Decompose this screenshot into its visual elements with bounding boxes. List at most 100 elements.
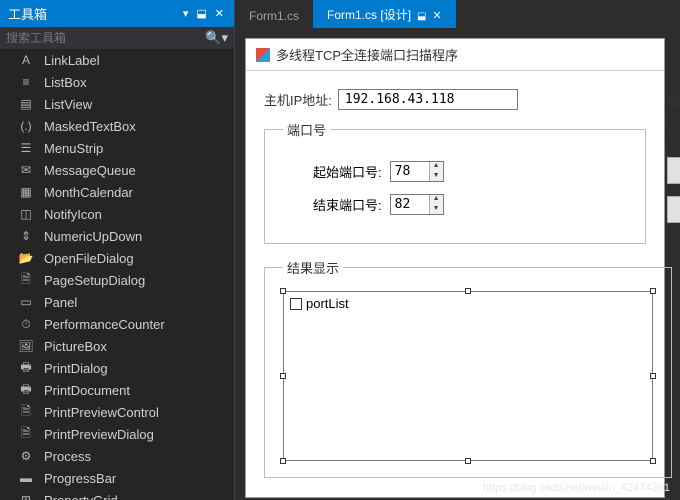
control-icon: ▬: [18, 470, 34, 486]
control-icon: 🖼: [18, 338, 34, 354]
host-input[interactable]: [338, 89, 518, 110]
control-icon: ⏱: [18, 316, 34, 332]
toolbox-item[interactable]: ⊞PropertyGrid: [0, 489, 234, 500]
toolbox-item[interactable]: 🖶PrintDialog: [0, 357, 234, 379]
toolbox-item-label: PrintDocument: [44, 383, 130, 398]
resize-handle[interactable]: [465, 288, 471, 294]
toolbox-item[interactable]: 🖼 PictureBox: [0, 335, 234, 357]
toolbox-item[interactable]: 📂 OpenFileDialog: [0, 247, 234, 269]
result-group-legend: 结果显示: [283, 258, 343, 277]
toolbox-item-label: PerformanceCounter: [44, 317, 165, 332]
tab[interactable]: Form1.cs [设计] ⬓ ✕: [313, 0, 456, 28]
result-listbox[interactable]: portList: [283, 291, 653, 461]
control-icon: ⊞: [18, 492, 34, 500]
toolbox-list: A LinkLabel ≡ ListBox ▤ListView(.)MaskedText…: [0, 49, 234, 500]
resize-handle[interactable]: [650, 458, 656, 464]
toolbox-item[interactable]: ▦MonthCalendar: [0, 181, 234, 203]
list-item-label: portList: [306, 296, 349, 311]
toolbox-item[interactable]: ⇕ NumericUpDown: [0, 225, 234, 247]
tab[interactable]: Form1.cs: [235, 3, 313, 28]
toolbox-item[interactable]: 🗎 PrintPreviewDialog: [0, 423, 234, 445]
search-input[interactable]: [6, 31, 205, 45]
pin-icon[interactable]: ⬓: [417, 11, 426, 22]
chevron-up-icon[interactable]: ▲: [430, 195, 443, 205]
start-port-label: 起始端口号:: [313, 162, 382, 181]
toolbox-item[interactable]: 🖶 PrintDocument: [0, 379, 234, 401]
resize-handle[interactable]: [465, 458, 471, 464]
search-icon[interactable]: 🔍▾: [205, 30, 228, 46]
toolbox-item-label: ListBox: [44, 75, 87, 90]
toolbox-item[interactable]: ▤ListView: [0, 93, 234, 115]
toolbox-search: 🔍▾: [0, 27, 234, 49]
resize-handle[interactable]: [280, 288, 286, 294]
control-icon: ✉: [18, 162, 34, 178]
toolbox-title: 工具箱: [8, 4, 47, 23]
control-icon: 🗎: [18, 426, 34, 442]
control-icon: 🗎: [18, 404, 34, 420]
resize-handle[interactable]: [650, 373, 656, 379]
port-group-legend: 端口号: [283, 120, 330, 139]
start-port-stepper[interactable]: ▲▼: [390, 161, 444, 182]
control-icon: 🖶: [18, 382, 34, 398]
watermark: https://blog.csdn.net/weixin_42474261: [483, 482, 670, 494]
toolbox-item[interactable]: (.)MaskedTextBox: [0, 115, 234, 137]
toolbox-item[interactable]: ◫NotifyIcon: [0, 203, 234, 225]
close-icon[interactable]: ✕: [432, 10, 441, 22]
control-icon: ⇕: [18, 228, 34, 244]
control-icon: A: [18, 52, 34, 68]
toolbox-item-label: MaskedTextBox: [44, 119, 136, 134]
toolbox-item[interactable]: ≡ ListBox: [0, 71, 234, 93]
control-icon: ◫: [18, 206, 34, 222]
toolbox-item-label: PrintPreviewDialog: [44, 427, 154, 442]
toolbox-item[interactable]: A LinkLabel: [0, 49, 234, 71]
toolbox-header: 工具箱 ▾ ⬓ ✕: [0, 0, 234, 27]
host-label: 主机IP地址:: [264, 90, 332, 109]
control-icon: ≡: [18, 74, 34, 90]
form-title-text: 多线程TCP全连接端口扫描程序: [276, 45, 458, 64]
control-icon: ⚙: [18, 448, 34, 464]
toolbox-item[interactable]: ⏱ PerformanceCounter: [0, 313, 234, 335]
toolbox-item-label: PictureBox: [44, 339, 107, 354]
resize-handle[interactable]: [280, 373, 286, 379]
cur-thread-label: 当前线程数: [667, 125, 680, 144]
control-icon: ▤: [18, 96, 34, 112]
control-icon: 📂: [18, 250, 34, 266]
close-icon[interactable]: ✕: [213, 7, 226, 20]
control-icon: ☰: [18, 140, 34, 156]
toolbox-item-label: OpenFileDialog: [44, 251, 134, 266]
list-item[interactable]: portList: [290, 296, 646, 311]
port-group: 端口号 起始端口号: ▲▼ 结束端口号: ▲▼: [264, 120, 646, 244]
scan-button[interactable]: 扫描: [667, 157, 680, 184]
end-port-input[interactable]: [391, 195, 429, 214]
designer-surface[interactable]: 多线程TCP全连接端口扫描程序 主机IP地址: 端口号 起始端口号: ▲▼: [235, 28, 680, 500]
resize-handle[interactable]: [650, 288, 656, 294]
toolbox-panel: 工具箱 ▾ ⬓ ✕ 🔍▾ A LinkLabel ≡ ListBox ▤ListView…: [0, 0, 235, 500]
chevron-up-icon[interactable]: ▲: [430, 162, 443, 172]
tab-label: Form1.cs [设计]: [327, 8, 411, 22]
start-port-input[interactable]: [391, 162, 429, 181]
control-icon: 🗎: [18, 272, 34, 288]
toolbox-item-label: NumericUpDown: [44, 229, 142, 244]
chevron-down-icon[interactable]: ▼: [430, 205, 443, 215]
toolbox-item[interactable]: ⚙ Process: [0, 445, 234, 467]
toolbox-item[interactable]: ☰MenuStrip: [0, 137, 234, 159]
toolbox-item[interactable]: ✉MessageQueue: [0, 159, 234, 181]
toolbox-item-label: LinkLabel: [44, 53, 100, 68]
resize-handle[interactable]: [280, 458, 286, 464]
toolbox-item[interactable]: 🗎PageSetupDialog: [0, 269, 234, 291]
chevron-down-icon[interactable]: ▼: [430, 172, 443, 182]
toolbox-item-label: PrintDialog: [44, 361, 108, 376]
toolbox-item[interactable]: 🗎PrintPreviewControl: [0, 401, 234, 423]
toolbox-item-label: Process: [44, 449, 91, 464]
toolbox-item-label: ProgressBar: [44, 471, 116, 486]
dropdown-icon[interactable]: ▾: [181, 7, 191, 20]
end-port-stepper[interactable]: ▲▼: [390, 194, 444, 215]
pin-icon[interactable]: ⬓: [194, 7, 208, 20]
toolbox-item[interactable]: ▬ ProgressBar: [0, 467, 234, 489]
main-area: Form1.cs Form1.cs [设计] ⬓ ✕ 多线程TCP全连接端口扫描程序 …: [235, 0, 680, 500]
form-window[interactable]: 多线程TCP全连接端口扫描程序 主机IP地址: 端口号 起始端口号: ▲▼: [245, 38, 665, 498]
exit-button[interactable]: 退出: [667, 196, 680, 223]
result-group: 结果显示 portList: [264, 258, 672, 478]
checkbox-icon[interactable]: [290, 298, 302, 310]
toolbox-item[interactable]: ▭Panel: [0, 291, 234, 313]
